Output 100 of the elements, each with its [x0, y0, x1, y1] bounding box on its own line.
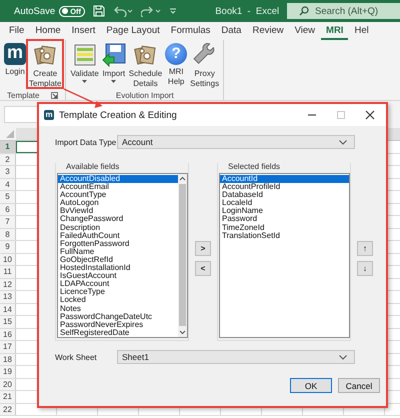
- row-header[interactable]: 17: [0, 341, 16, 352]
- list-item[interactable]: Description: [58, 224, 178, 232]
- stacked-papers-icon: [33, 43, 58, 67]
- search-field[interactable]: Search (Alt+Q): [315, 3, 400, 19]
- list-item[interactable]: HostedInstallationId: [58, 264, 178, 272]
- list-item[interactable]: TimeZoneId: [220, 224, 349, 232]
- arrow-button[interactable]: ↓: [357, 261, 373, 276]
- list-item[interactable]: AccountType: [58, 191, 178, 200]
- row-header[interactable]: 3: [0, 166, 16, 178]
- undo-icon[interactable]: [113, 5, 134, 17]
- list-item[interactable]: AutoLogon: [58, 199, 178, 208]
- save-icon[interactable]: [93, 5, 106, 17]
- list-item[interactable]: Locked: [58, 296, 178, 304]
- list-item[interactable]: Notes: [58, 304, 178, 313]
- row-header[interactable]: 20: [0, 378, 16, 390]
- list-item[interactable]: ForgottenPassword: [58, 240, 178, 248]
- list-item[interactable]: LocaleId: [220, 199, 349, 208]
- row-header[interactable]: 4: [0, 178, 16, 190]
- maximize-icon: [336, 110, 346, 120]
- dialog-title: Template Creation & Editing: [59, 110, 177, 120]
- redo-icon[interactable]: [141, 5, 162, 17]
- ribbon-button[interactable]: m Login: [3, 40, 27, 89]
- ribbon-tab[interactable]: Home: [30, 22, 66, 40]
- list-item[interactable]: TranslationSetId: [220, 232, 349, 240]
- row-header[interactable]: 13: [0, 291, 16, 302]
- ribbon-tab[interactable]: View: [290, 22, 320, 40]
- arrow-button[interactable]: <: [195, 261, 211, 276]
- ribbon-button[interactable]: ? MRI Help: [164, 40, 188, 89]
- ribbon-button[interactable]: Import: [100, 40, 127, 89]
- field-label: Work Sheet: [55, 352, 98, 362]
- ribbon-tab[interactable]: Formulas: [166, 22, 216, 40]
- ribbon-tab[interactable]: Data: [216, 22, 246, 40]
- list-item[interactable]: AccountProfileId: [220, 183, 349, 192]
- row-header[interactable]: 22: [0, 404, 16, 415]
- row-header[interactable]: 8: [0, 228, 16, 240]
- list-item[interactable]: FailedAuthCount: [58, 232, 178, 240]
- customize-icon[interactable]: [169, 7, 178, 15]
- autosave-label: AutoSave: [14, 6, 56, 16]
- row-header[interactable]: 19: [0, 366, 16, 378]
- list-item[interactable]: PasswordNeverExpires: [58, 320, 178, 329]
- ribbon-tab[interactable]: Review: [247, 22, 289, 40]
- row-header[interactable]: 6: [0, 204, 16, 215]
- ok-button[interactable]: OK: [290, 378, 332, 393]
- list-item[interactable]: AccountId: [220, 175, 349, 184]
- ribbon-button[interactable]: Proxy Settings: [189, 40, 220, 89]
- ribbon-button[interactable]: Create Template: [28, 40, 62, 89]
- cancel-button[interactable]: Cancel: [338, 378, 380, 393]
- name-box[interactable]: [4, 106, 40, 123]
- list-item[interactable]: IsGuestAccount: [58, 272, 178, 280]
- row-header[interactable]: 5: [0, 191, 16, 202]
- row-header[interactable]: 15: [0, 316, 16, 328]
- list-bars-icon: [72, 43, 97, 67]
- list-item[interactable]: AccountEmail: [58, 183, 178, 192]
- import-data-type-dropdown[interactable]: Account: [117, 135, 355, 149]
- chevron-down-icon: [339, 140, 347, 144]
- list-item[interactable]: PasswordChangeDateUtc: [58, 312, 178, 321]
- ribbon-button[interactable]: Schedule Details: [128, 40, 164, 89]
- row-header[interactable]: 18: [0, 354, 16, 365]
- scrollbar[interactable]: [178, 174, 187, 337]
- group-label: Template: [7, 91, 40, 100]
- row-header[interactable]: 16: [0, 328, 16, 340]
- list-item[interactable]: LicenceType: [58, 288, 178, 296]
- list-item[interactable]: ChangePassword: [58, 215, 178, 224]
- ribbon-tab[interactable]: Hel: [349, 22, 374, 40]
- row-header[interactable]: 9: [0, 241, 16, 252]
- logo-icon: m: [44, 110, 54, 120]
- row-header[interactable]: 21: [0, 391, 16, 402]
- work-sheet-dropdown[interactable]: Sheet1: [117, 350, 355, 364]
- list-item[interactable]: LDAPAccount: [58, 280, 178, 288]
- close-icon[interactable]: [365, 110, 375, 120]
- row-header[interactable]: 11: [0, 266, 16, 278]
- list-item[interactable]: Password: [220, 215, 349, 224]
- ribbon-tab[interactable]: Insert: [66, 22, 100, 40]
- row-header[interactable]: 1: [0, 141, 16, 152]
- help-icon: ?: [165, 43, 188, 65]
- row-header[interactable]: 2: [0, 154, 16, 165]
- group-box-label: Available fields: [66, 163, 120, 171]
- list-item[interactable]: DatabaseId: [220, 191, 349, 200]
- arrow-button[interactable]: >: [195, 241, 211, 256]
- list-item[interactable]: FullName: [58, 248, 178, 256]
- dialog-launcher-icon[interactable]: [51, 92, 58, 99]
- field-list[interactable]: [57, 173, 188, 338]
- row-header[interactable]: 12: [0, 278, 16, 290]
- floppy-arrow-icon: [102, 43, 126, 67]
- ribbon-button[interactable]: Validate: [69, 40, 100, 89]
- ribbon-tab[interactable]: Page Layout: [101, 22, 165, 40]
- list-item[interactable]: BvViewId: [58, 207, 178, 216]
- row-header[interactable]: 7: [0, 216, 16, 228]
- arrow-button[interactable]: ↑: [357, 241, 373, 256]
- row-header[interactable]: 14: [0, 304, 16, 315]
- list-item[interactable]: AccountDisabled: [58, 175, 178, 184]
- group-box-label: Selected fields: [228, 163, 282, 171]
- list-item[interactable]: GoObjectRefId: [58, 256, 178, 264]
- search-icon: [287, 3, 315, 19]
- field-list[interactable]: AccountId AccountProfileId DatabaseId LocaleId LoginName Password TimeZoneId TranslationSetId: [219, 173, 350, 338]
- group-label: Evolution Import: [116, 91, 174, 100]
- list-item[interactable]: LoginName: [220, 207, 349, 216]
- row-header[interactable]: 10: [0, 254, 16, 265]
- ribbon-tab[interactable]: File: [4, 22, 30, 40]
- list-item[interactable]: SelfRegisteredDate: [58, 328, 178, 337]
